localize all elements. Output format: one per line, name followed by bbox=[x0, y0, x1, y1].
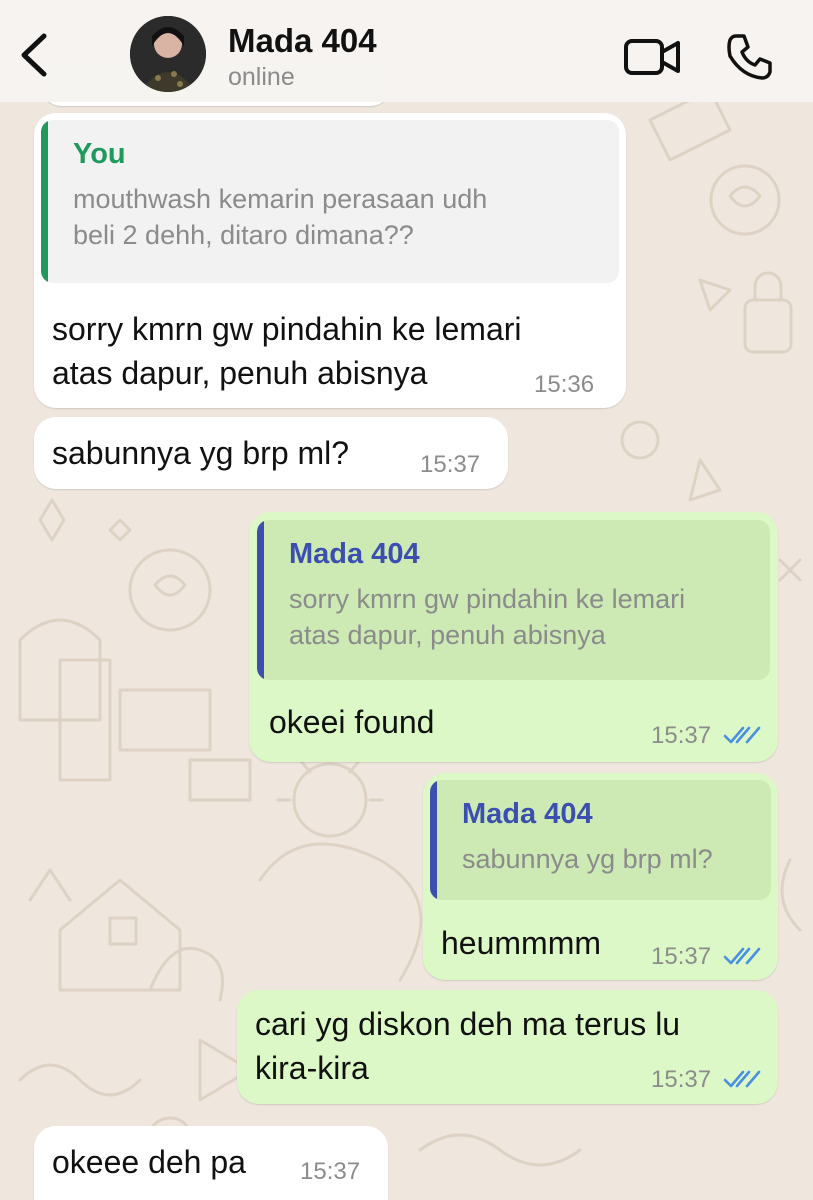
quoted-message[interactable]: Mada 404 sorry kmrn gw pindahin ke lemar… bbox=[257, 520, 770, 680]
avatar[interactable] bbox=[130, 16, 206, 92]
quote-author: You bbox=[73, 138, 126, 170]
back-chevron-icon[interactable] bbox=[14, 30, 54, 80]
message-bubble-incoming[interactable]: sabunnya yg brp ml? 15:37 bbox=[34, 417, 508, 489]
message-text: okeei found bbox=[269, 704, 435, 740]
message-bubble-outgoing[interactable]: cari yg diskon deh ma terus lu kira-kira… bbox=[237, 990, 778, 1104]
message-text: okeee deh pa bbox=[52, 1144, 246, 1180]
quote-accent-bar bbox=[430, 780, 437, 900]
message-text: sorry kmrn gw pindahin ke lemari atas da… bbox=[52, 311, 522, 391]
message-time: 15:36 bbox=[534, 371, 595, 398]
quoted-message[interactable]: Mada 404 sabunnya yg brp ml? bbox=[430, 780, 771, 900]
message-bubble-outgoing[interactable]: Mada 404 sorry kmrn gw pindahin ke lemar… bbox=[249, 512, 778, 762]
message-time: 15:37 bbox=[420, 451, 481, 478]
quoted-message[interactable]: You mouthwash kemarin perasaan udh beli … bbox=[41, 120, 619, 283]
read-receipt-icon bbox=[723, 1070, 761, 1088]
quote-text: sorry kmrn gw pindahin ke lemari atas da… bbox=[289, 584, 686, 650]
quote-accent-bar bbox=[41, 120, 48, 283]
profile-photo bbox=[130, 16, 206, 92]
message-time: 15:37 bbox=[300, 1158, 361, 1185]
video-call-icon[interactable] bbox=[622, 36, 682, 78]
phone-call-icon[interactable] bbox=[724, 32, 774, 82]
message-text: cari yg diskon deh ma terus lu kira-kira bbox=[255, 1006, 681, 1086]
quote-text: mouthwash kemarin perasaan udh beli 2 de… bbox=[73, 184, 488, 250]
message-time: 15:37 bbox=[651, 1066, 712, 1093]
quote-accent-bar bbox=[257, 520, 264, 680]
quote-author: Mada 404 bbox=[462, 798, 593, 830]
quote-text: sabunnya yg brp ml? bbox=[462, 844, 713, 874]
message-text: sabunnya yg brp ml? bbox=[52, 435, 350, 471]
message-bubble-outgoing[interactable]: Mada 404 sabunnya yg brp ml? heummmm 15:… bbox=[423, 773, 778, 980]
message-text: heummmm bbox=[441, 925, 602, 961]
read-receipt-icon bbox=[723, 947, 761, 965]
contact-status: online bbox=[228, 63, 295, 91]
contact-name[interactable]: Mada 404 bbox=[228, 22, 377, 60]
chat-header: Mada 404 online bbox=[0, 0, 813, 102]
message-time: 15:37 bbox=[651, 722, 712, 749]
read-receipt-icon bbox=[723, 726, 761, 744]
message-time: 15:37 bbox=[651, 943, 712, 970]
message-bubble-incoming[interactable]: okeee deh pa 15:37 bbox=[34, 1126, 388, 1200]
quote-author: Mada 404 bbox=[289, 538, 420, 570]
message-bubble-incoming[interactable]: You mouthwash kemarin perasaan udh beli … bbox=[34, 113, 626, 408]
